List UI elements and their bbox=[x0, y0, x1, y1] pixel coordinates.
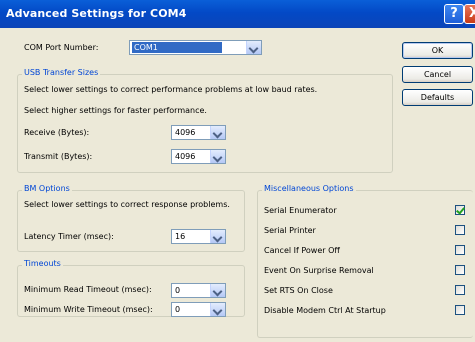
usb-desc-1: Select lower settings to correct perform… bbox=[24, 85, 318, 94]
usb-desc-2: Select higher settings for faster perfor… bbox=[24, 106, 207, 115]
chevron-down-icon[interactable] bbox=[210, 126, 225, 139]
com-port-value: COM1 bbox=[132, 42, 222, 53]
disable-modem-ctrl-checkbox[interactable] bbox=[455, 305, 465, 315]
min-read-select[interactable]: 0 bbox=[171, 283, 226, 298]
receive-value: 4096 bbox=[175, 128, 196, 137]
transmit-label: Transmit (Bytes): bbox=[24, 152, 93, 161]
ok-button[interactable]: OK bbox=[402, 42, 473, 59]
min-write-value: 0 bbox=[175, 305, 181, 314]
chevron-down-icon[interactable] bbox=[210, 303, 225, 316]
option-label: Set RTS On Close bbox=[264, 286, 333, 295]
cancel-if-power-off-checkbox[interactable] bbox=[455, 245, 465, 255]
bm-options-title: BM Options bbox=[22, 184, 72, 193]
chevron-down-icon[interactable] bbox=[246, 41, 261, 54]
transmit-select[interactable]: 4096 bbox=[171, 149, 226, 164]
defaults-button[interactable]: Defaults bbox=[402, 89, 473, 106]
serial-printer-checkbox[interactable] bbox=[455, 225, 465, 235]
timeouts-title: Timeouts bbox=[22, 259, 63, 268]
option-label: Serial Enumerator bbox=[264, 206, 337, 215]
help-icon: ? bbox=[450, 6, 458, 21]
chevron-down-icon[interactable] bbox=[210, 230, 225, 243]
chevron-down-icon[interactable] bbox=[210, 150, 225, 163]
window-title: Advanced Settings for COM4 bbox=[6, 7, 187, 20]
transmit-value: 4096 bbox=[175, 152, 196, 161]
cancel-button[interactable]: Cancel bbox=[402, 66, 473, 83]
usb-transfer-title: USB Transfer Sizes bbox=[22, 68, 101, 77]
com-port-label: COM Port Number: bbox=[24, 43, 99, 52]
serial-enumerator-checkbox[interactable] bbox=[455, 205, 465, 215]
event-on-surprise-removal-checkbox[interactable] bbox=[455, 265, 465, 275]
option-label: Cancel If Power Off bbox=[264, 246, 340, 255]
latency-select[interactable]: 16 bbox=[171, 229, 226, 244]
close-icon: X bbox=[468, 6, 475, 21]
set-rts-on-close-checkbox[interactable] bbox=[455, 285, 465, 295]
min-write-label: Minimum Write Timeout (msec): bbox=[24, 305, 153, 314]
latency-value: 16 bbox=[175, 232, 186, 241]
min-read-value: 0 bbox=[175, 286, 181, 295]
bm-desc: Select lower settings to correct respons… bbox=[24, 200, 230, 209]
option-label: Event On Surprise Removal bbox=[264, 266, 374, 275]
title-bar: Advanced Settings for COM4 ? X bbox=[0, 0, 475, 28]
com-port-select[interactable]: COM1 bbox=[129, 40, 262, 55]
receive-select[interactable]: 4096 bbox=[171, 125, 226, 140]
latency-label: Latency Timer (msec): bbox=[24, 232, 114, 241]
option-label: Serial Printer bbox=[264, 226, 316, 235]
receive-label: Receive (Bytes): bbox=[24, 128, 90, 137]
misc-options-title: Miscellaneous Options bbox=[262, 184, 356, 193]
close-button[interactable]: X bbox=[464, 4, 475, 24]
option-label: Disable Modem Ctrl At Startup bbox=[264, 306, 386, 315]
min-write-select[interactable]: 0 bbox=[171, 302, 226, 317]
min-read-label: Minimum Read Timeout (msec): bbox=[24, 285, 152, 294]
help-button[interactable]: ? bbox=[444, 4, 464, 24]
chevron-down-icon[interactable] bbox=[210, 284, 225, 297]
